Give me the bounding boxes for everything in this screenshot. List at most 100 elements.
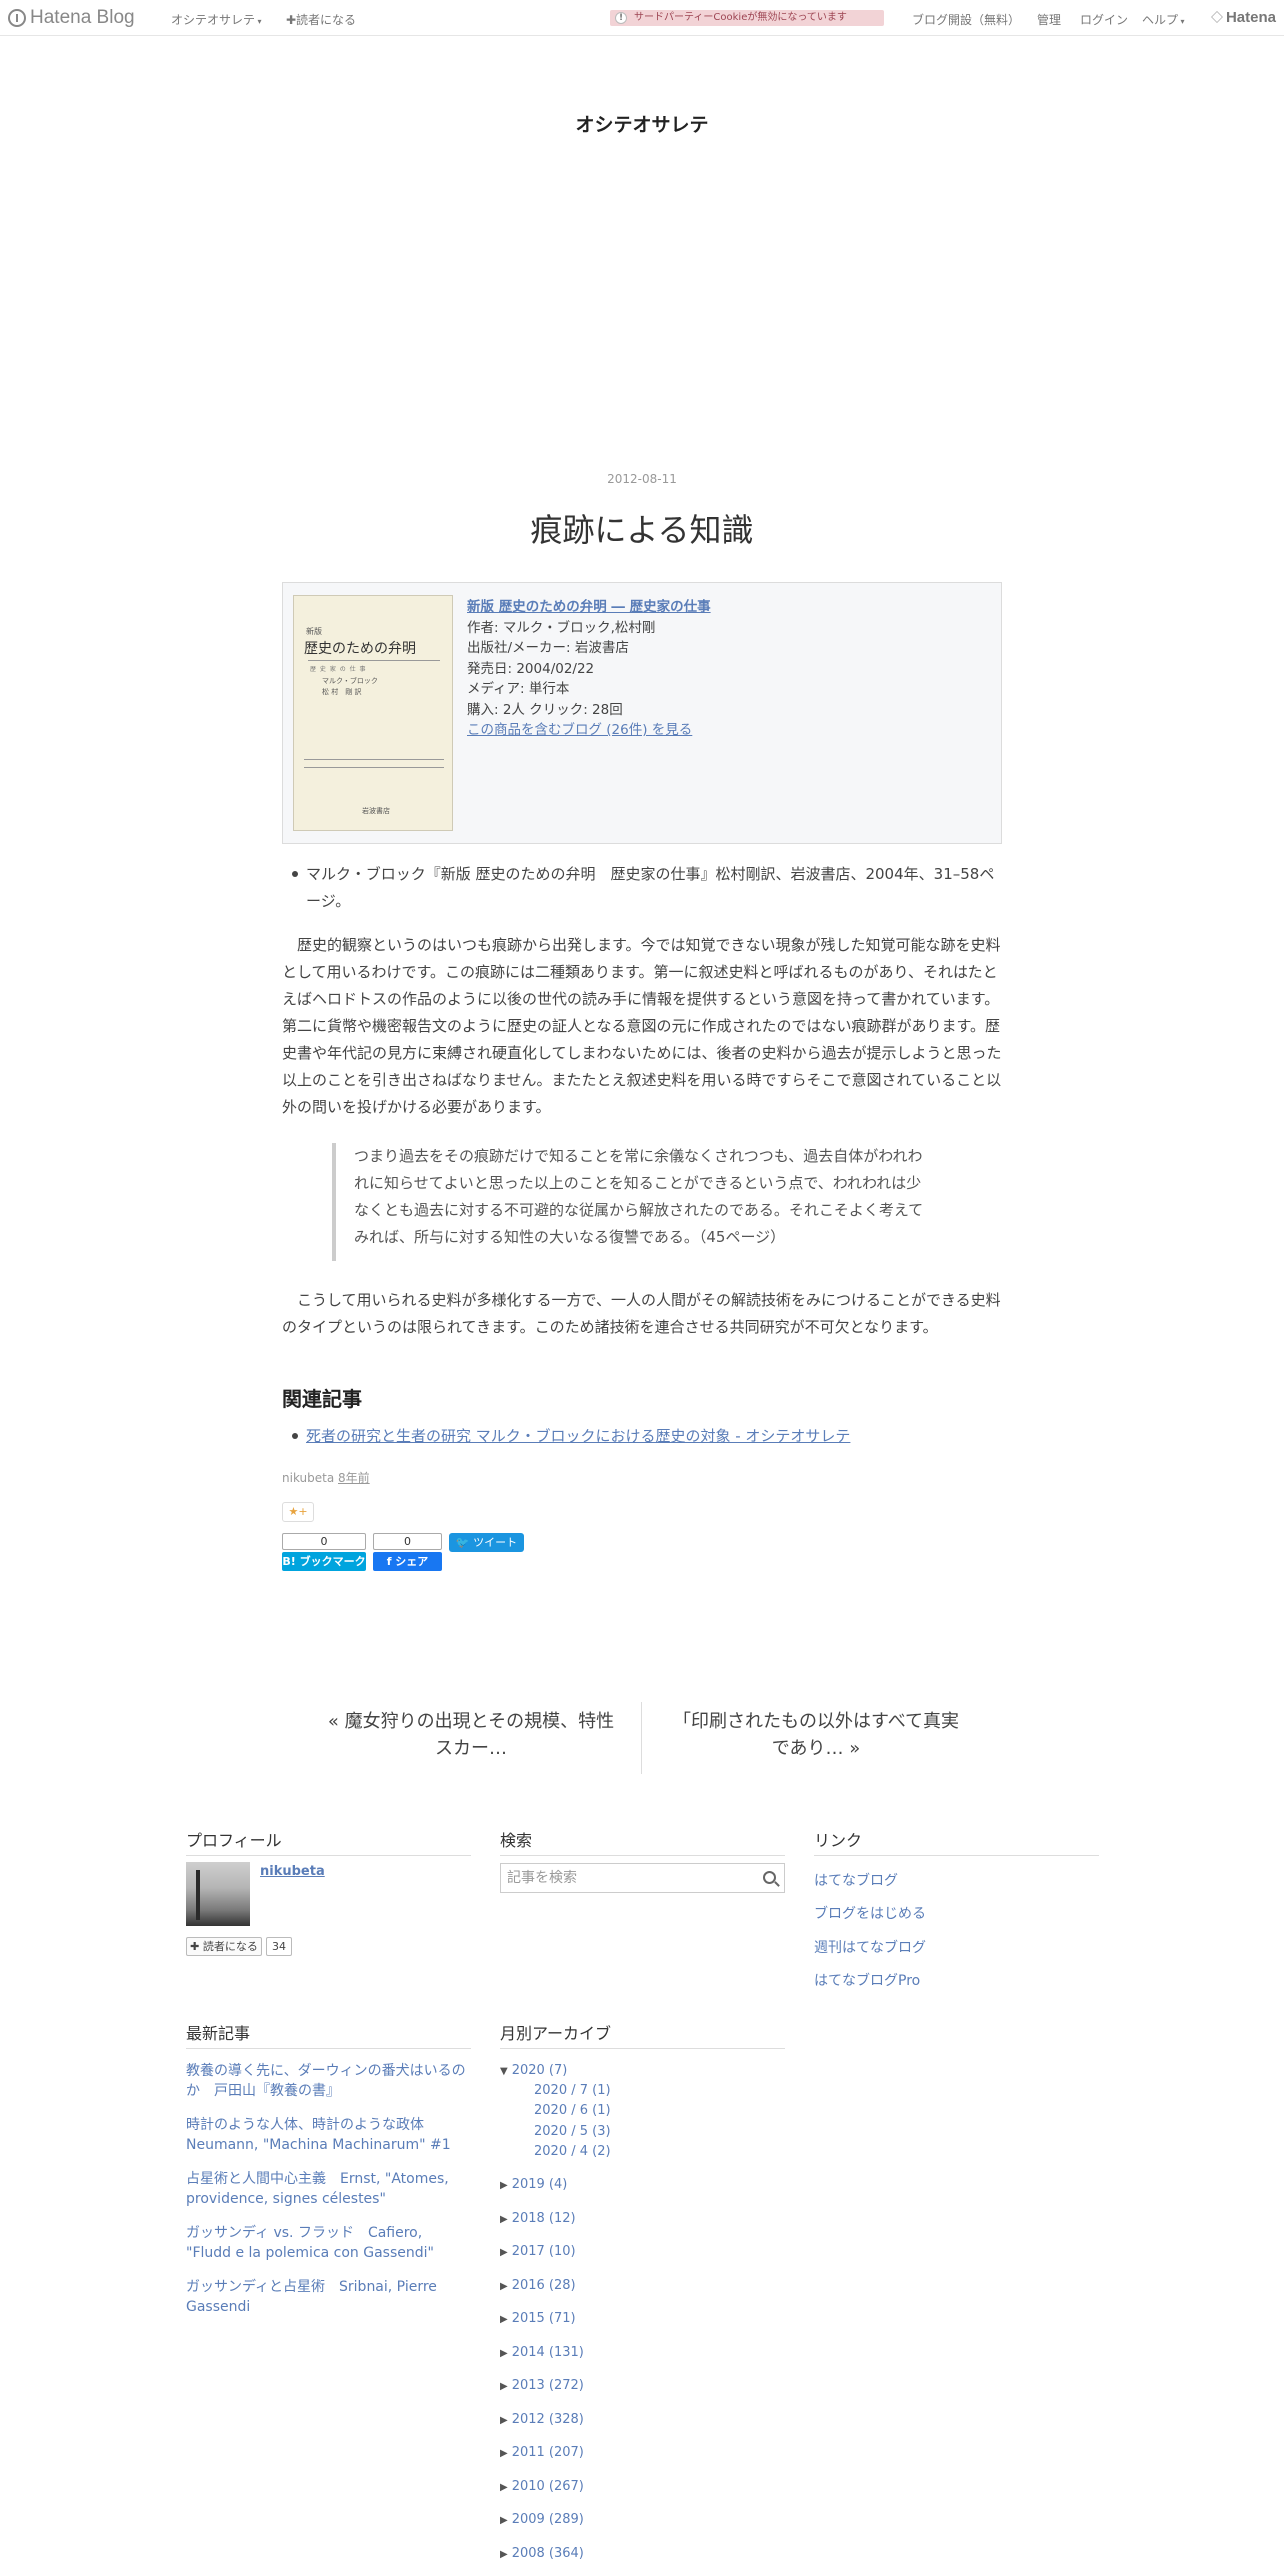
share-count: 0 bbox=[373, 1533, 442, 1550]
help-dropdown[interactable]: ヘルプ ▾ bbox=[1142, 11, 1185, 28]
login-link[interactable]: ログイン bbox=[1080, 11, 1128, 28]
cover-author: マルク・ブロック bbox=[322, 677, 378, 685]
search-module-title: 検索 bbox=[500, 1827, 785, 1856]
cookie-notice[interactable]: ! サードパーティーCookieが無効になっています bbox=[610, 10, 884, 26]
archive-year-label: 2016 (28) bbox=[511, 2278, 576, 2293]
triangle-right-icon: ▶ bbox=[500, 2381, 508, 2392]
archive-year-2016[interactable]: ▶ 2016 (28) bbox=[500, 2278, 576, 2293]
product-media: メディア: 単行本 bbox=[467, 681, 570, 697]
chevron-down-icon: ▾ bbox=[255, 17, 262, 26]
author-link[interactable]: nikubeta bbox=[282, 1471, 334, 1485]
blockquote: つまり過去をその痕跡だけで知ることを常に余儀なくされつつも、過去自体がわれわれに… bbox=[332, 1143, 932, 1261]
archive-year-2008[interactable]: ▶ 2008 (364) bbox=[500, 2546, 584, 2561]
add-star-button[interactable]: ★+ bbox=[282, 1502, 314, 1522]
recent-entry-link[interactable]: 占星術と人間中心主義 Ernst, "Atomes, providence, s… bbox=[186, 2169, 471, 2209]
subscribe-link[interactable]: ✚読者になる bbox=[286, 11, 356, 28]
archive-year-2015[interactable]: ▶ 2015 (71) bbox=[500, 2311, 576, 2326]
open-blog-link[interactable]: ブログ開設（無料） bbox=[912, 11, 1020, 28]
link-start-blog[interactable]: ブログをはじめる bbox=[814, 1903, 926, 1923]
cover-authors: マルク・ブロック 松 村 剛 訳 bbox=[322, 676, 378, 698]
hatena-logo-text: Hatena bbox=[1225, 9, 1276, 26]
profile-name-link[interactable]: nikubeta bbox=[260, 1864, 325, 1879]
link-hatena-pro[interactable]: はてなブログPro bbox=[814, 1970, 920, 1990]
archive-year-2010[interactable]: ▶ 2010 (267) bbox=[500, 2479, 584, 2494]
triangle-right-icon: ▶ bbox=[500, 2247, 508, 2258]
archive-month-link[interactable]: 2020 / 7 (1) bbox=[534, 2083, 611, 2098]
cover-translator: 松 村 剛 訳 bbox=[322, 688, 362, 696]
blog-title[interactable]: オシテオサレテ bbox=[0, 110, 1284, 137]
avatar[interactable] bbox=[186, 1862, 250, 1926]
facebook-share-button[interactable]: 0 f シェア bbox=[373, 1533, 442, 1571]
book-cover-image[interactable]: 新版 歴史のための弁明 歴 史 家 の 仕 事 マルク・ブロック 松 村 剛 訳… bbox=[293, 595, 453, 831]
body-paragraph: こうして用いられる史料が多様化する一方で、一人の人間がその解読技術をみにつけるこ… bbox=[282, 1291, 1001, 1336]
archive-year-2014[interactable]: ▶ 2014 (131) bbox=[500, 2345, 584, 2360]
hatena-bookmark-button[interactable]: 0 B! ブックマーク bbox=[282, 1533, 366, 1571]
triangle-right-icon: ▶ bbox=[500, 2348, 508, 2359]
archive-month-link[interactable]: 2020 / 4 (2) bbox=[534, 2144, 611, 2159]
hatena-logo[interactable]: Hatena bbox=[1211, 9, 1276, 26]
search-form bbox=[500, 1863, 785, 1893]
prev-entry-link[interactable]: « 魔女狩りの出現とその規模、特性 スカー… bbox=[326, 1708, 632, 1762]
related-article-link[interactable]: 死者の研究と生者の研究 マルク・ブロックにおける歴史の対象 - オシテオサレテ bbox=[291, 1425, 850, 1446]
archive-year-label: 2015 (71) bbox=[511, 2311, 576, 2326]
entry-footer: nikubeta 8年前 bbox=[282, 1469, 370, 1486]
link-weekly-hatena[interactable]: 週刊はてなブログ bbox=[814, 1937, 926, 1957]
subscribe-button[interactable]: ✚ 読者になる bbox=[186, 1937, 262, 1956]
permalink-time[interactable]: 8年前 bbox=[338, 1471, 370, 1485]
archive-month-link[interactable]: 2020 / 6 (1) bbox=[534, 2103, 611, 2118]
cover-strip bbox=[304, 759, 444, 768]
logo-text: Hatena Blog bbox=[30, 7, 135, 28]
product-author: 作者: マルク・ブロック,松村剛 bbox=[467, 619, 656, 636]
global-header: Hatena Blog オシテオサレテ ▾ ✚読者になる ! サードパーティーC… bbox=[0, 0, 1284, 36]
triangle-right-icon: ▶ bbox=[500, 2281, 508, 2292]
triangle-right-icon: ▶ bbox=[500, 2415, 508, 2426]
entry-title[interactable]: 痕跡による知識 bbox=[0, 505, 1284, 551]
cover-subtitle: 歴 史 家 の 仕 事 bbox=[310, 666, 367, 673]
archive-year-2012[interactable]: ▶ 2012 (328) bbox=[500, 2412, 584, 2427]
archive-year-2019[interactable]: ▶ 2019 (4) bbox=[500, 2177, 567, 2192]
twitter-bird-icon: 🐦 bbox=[455, 1536, 474, 1549]
archive-year-2009[interactable]: ▶ 2009 (289) bbox=[500, 2512, 584, 2527]
bookmark-count: 0 bbox=[282, 1533, 366, 1550]
hatena-blog-logo[interactable]: Hatena Blog bbox=[8, 7, 135, 29]
archive-year-2013[interactable]: ▶ 2013 (272) bbox=[500, 2378, 584, 2393]
archive-year-2017[interactable]: ▶ 2017 (10) bbox=[500, 2244, 576, 2259]
archive-module-title: 月別アーカイブ bbox=[500, 2020, 785, 2049]
subscriber-count[interactable]: 34 bbox=[266, 1937, 292, 1956]
triangle-right-icon: ▶ bbox=[500, 2515, 508, 2526]
recent-entry-link[interactable]: 教養の導く先に、ダーウィンの番犬はいるのか 戸田山『教養の書』 bbox=[186, 2061, 471, 2101]
entry-date[interactable]: 2012-08-11 bbox=[0, 472, 1284, 486]
product-blogs-link[interactable]: この商品を含むブログ (26件) を見る bbox=[467, 720, 711, 741]
cover-rule bbox=[308, 660, 440, 661]
archive-year-label: 2010 (267) bbox=[511, 2479, 584, 2494]
recent-entry-link[interactable]: ガッサンディ vs. フラッド Cafiero, "Fludd e la pol… bbox=[186, 2223, 471, 2263]
search-input[interactable] bbox=[501, 1864, 741, 1892]
tweet-button[interactable]: 🐦 ツイート bbox=[449, 1533, 524, 1552]
chevron-down-icon: ▾ bbox=[1178, 17, 1185, 26]
archive-year-2020[interactable]: ▼ 2020 (7) bbox=[500, 2063, 567, 2078]
archive-year-label: 2009 (289) bbox=[511, 2512, 584, 2527]
cover-publisher: 岩波書店 bbox=[362, 807, 390, 815]
recent-entry-link[interactable]: ガッサンディと占星術 Sribnai, Pierre Gassendi bbox=[186, 2277, 471, 2317]
next-entry-link[interactable]: 「印刷されたもの以外はすべて真実であり… » bbox=[666, 1708, 966, 1762]
archive-year-2011[interactable]: ▶ 2011 (207) bbox=[500, 2445, 584, 2460]
cookie-notice-text: サードパーティーCookieが無効になっています bbox=[634, 12, 847, 23]
admin-link[interactable]: 管理 bbox=[1037, 11, 1061, 28]
archive-year-2018[interactable]: ▶ 2018 (12) bbox=[500, 2211, 576, 2226]
bookmark-label: B! ブックマーク bbox=[282, 1552, 366, 1571]
blog-menu-dropdown[interactable]: オシテオサレテ ▾ bbox=[171, 11, 262, 28]
body-paragraph: 歴史的観察というのはいつも痕跡から出発します。今では知覚できない現象が残した知覚… bbox=[282, 936, 1002, 1116]
triangle-right-icon: ▶ bbox=[500, 2549, 508, 2560]
archive-year-label: 2013 (272) bbox=[511, 2378, 584, 2393]
help-label: ヘルプ bbox=[1142, 13, 1179, 27]
product-title-link[interactable]: 新版 歴史のための弁明 ― 歴史家の仕事 bbox=[467, 597, 711, 618]
archive-month-link[interactable]: 2020 / 5 (3) bbox=[534, 2124, 611, 2139]
amazon-product-box: 新版 歴史のための弁明 歴 史 家 の 仕 事 マルク・ブロック 松 村 剛 訳… bbox=[282, 582, 1002, 844]
search-icon[interactable] bbox=[763, 1871, 776, 1884]
recent-module-title: 最新記事 bbox=[186, 2020, 471, 2049]
profile-module-title: プロフィール bbox=[186, 1827, 471, 1856]
archive-year-label: 2008 (364) bbox=[511, 2546, 584, 2561]
recent-entry-link[interactable]: 時計のような人体、時計のような政体 Neumann, "Machina Mach… bbox=[186, 2115, 471, 2155]
alert-icon: ! bbox=[615, 12, 627, 24]
link-hatena-blog[interactable]: はてなブログ bbox=[814, 1870, 898, 1890]
